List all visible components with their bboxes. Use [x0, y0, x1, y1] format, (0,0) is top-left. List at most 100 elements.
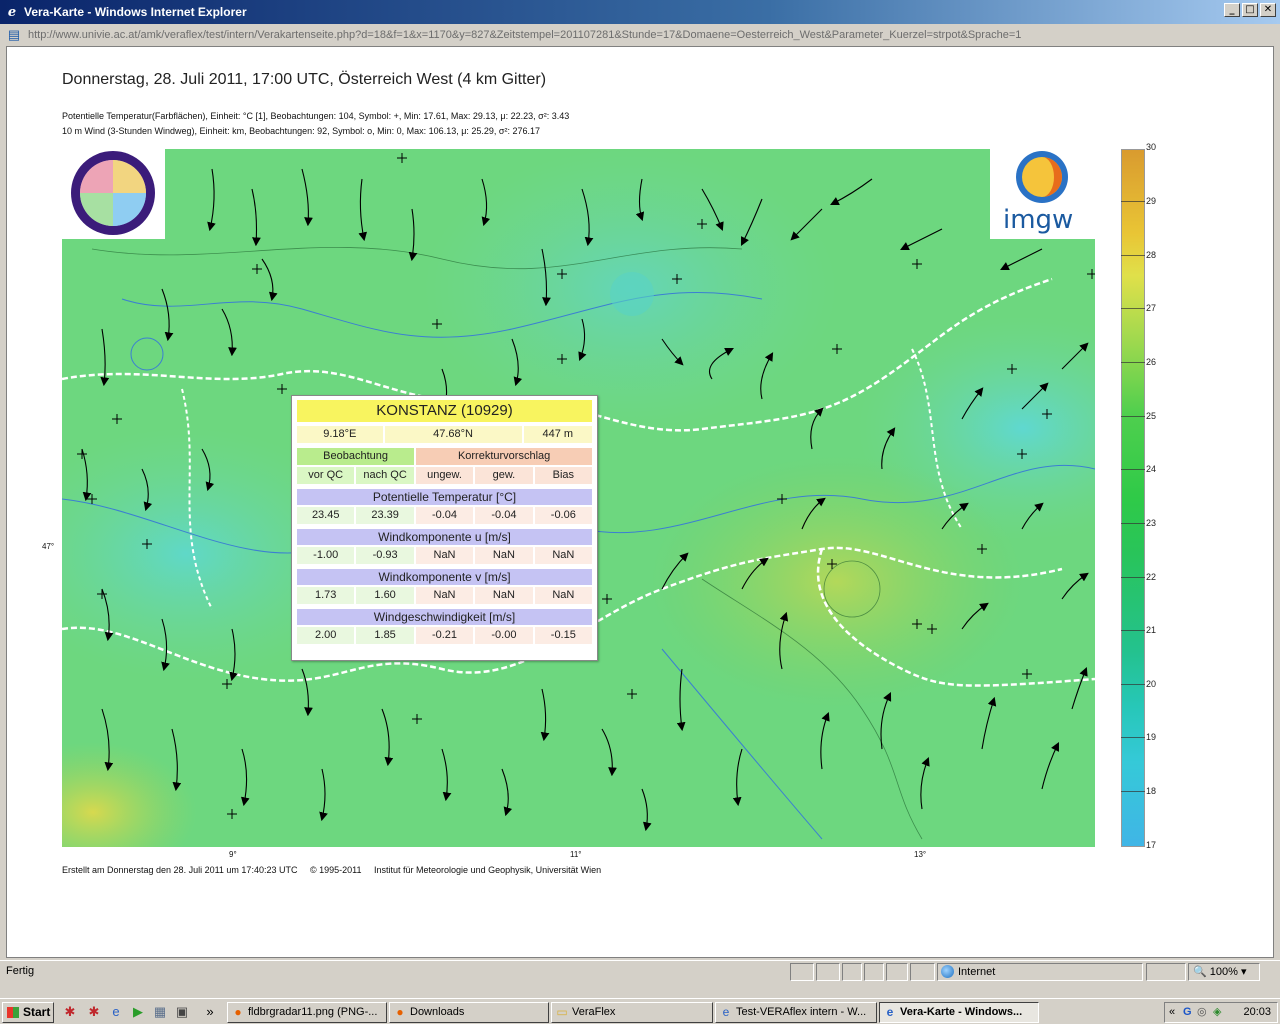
footer-copyright: © 1995-2011 [309, 865, 362, 875]
folder-icon: ▭ [556, 1005, 568, 1019]
quicklaunch-desktop-icon[interactable]: ▦ [152, 1004, 168, 1020]
close-button[interactable]: ✕ [1260, 3, 1276, 17]
expand-tray-icon[interactable]: « [1169, 1003, 1175, 1022]
value-cell: -0.93 [356, 547, 414, 564]
zoom-level: 100% [1209, 966, 1238, 978]
value-cell: NaN [475, 587, 533, 604]
footer-institute: Institut für Meteorologie und Geophysik,… [374, 865, 602, 875]
station-altitude: 447 m [523, 426, 592, 443]
maximize-button[interactable]: □ [1242, 3, 1258, 17]
internet-explorer-icon: e [722, 1005, 730, 1019]
colorbar-tick: 18 [1146, 786, 1157, 796]
address-bar: ▤ http://www.univie.ac.at/amk/veraflex/t… [0, 24, 1280, 46]
tray-app-icon[interactable]: ◎ [1197, 1003, 1207, 1022]
system-tray: « G ◎ ◈ 20:03 [1164, 1002, 1278, 1023]
zoom-icon: 🔍 [1193, 966, 1207, 978]
value-cell: -1.00 [297, 547, 355, 564]
task-label: VeraFlex [572, 1006, 616, 1018]
taskbar-item-downloads[interactable]: ● Downloads [389, 1002, 549, 1023]
imgw-logo: imgw [990, 149, 1095, 239]
task-label: Downloads [410, 1006, 465, 1018]
status-text: Fertig [6, 965, 35, 977]
protected-mode-icon[interactable] [1146, 963, 1186, 981]
station-lon: 9.18°E [297, 426, 383, 443]
value-cell: 23.39 [356, 507, 414, 524]
start-button[interactable]: Start [2, 1002, 54, 1023]
col-vor-qc: vor QC [297, 467, 355, 484]
zone-label: Internet [958, 966, 996, 978]
value-cell: NaN [475, 547, 533, 564]
value-cell: 1.73 [297, 587, 355, 604]
imgw-logo-text: imgw [1003, 205, 1074, 235]
temperature-info: Potentielle Temperatur(Farbflächen), Ein… [62, 111, 570, 121]
internet-explorer-icon: e [7, 4, 17, 20]
section-title: Windkomponente v [m/s] [297, 569, 592, 585]
station-popup[interactable]: KONSTANZ (10929) 9.18°E 47.68°N 447 m Be… [291, 395, 598, 661]
clock: 20:03 [1243, 1006, 1271, 1018]
page-viewport: Donnerstag, 28. Juli 2011, 17:00 UTC, Ös… [6, 46, 1274, 958]
col-nach-qc: nach QC [356, 467, 414, 484]
map-footer: Erstellt am Donnerstag den 28. Juli 2011… [62, 865, 601, 875]
quicklaunch-media-icon[interactable]: ▶ [130, 1004, 146, 1020]
value-cell: -0.00 [475, 627, 533, 644]
lat-label: 47° [42, 542, 55, 551]
station-lat: 47.68°N [384, 426, 522, 443]
quicklaunch-app-icon[interactable]: ▣ [174, 1004, 190, 1020]
taskbar-item-test-veraflex[interactable]: e Test-VERAflex intern - W... [715, 1002, 877, 1023]
value-cell: NaN [415, 587, 474, 604]
taskbar: Start ✱ ✱ e ▶ ▦ ▣ » ● fldbrgradar11.png … [0, 998, 1280, 1024]
quicklaunch-icon[interactable]: ✱ [62, 1004, 78, 1020]
google-icon[interactable]: G [1183, 1003, 1192, 1022]
map-title: Donnerstag, 28. Juli 2011, 17:00 UTC, Ös… [62, 71, 547, 88]
vera-logo [62, 149, 165, 239]
status-bar: Fertig Internet 🔍 100% ▾ [0, 960, 1280, 982]
section-title: Windgeschwindigkeit [m/s] [297, 609, 592, 625]
value-cell: NaN [534, 587, 593, 604]
colorbar-tick: 20 [1146, 679, 1157, 689]
wind-info: 10 m Wind (3-Stunden Windweg), Einheit: … [62, 126, 540, 136]
firefox-icon: ● [234, 1005, 242, 1019]
value-cell: 1.85 [356, 627, 414, 644]
value-cell: NaN [534, 547, 593, 564]
value-cell: -0.21 [415, 627, 474, 644]
value-cell: -0.06 [534, 507, 593, 524]
colorbar-tick: 22 [1146, 572, 1157, 582]
task-label: Vera-Karte - Windows... [900, 1006, 1023, 1018]
security-zone: Internet [937, 963, 1143, 981]
colorbar-tick: 21 [1146, 625, 1157, 635]
address-field[interactable]: http://www.univie.ac.at/amk/veraflex/tes… [26, 26, 1272, 44]
quicklaunch-ie-icon[interactable]: e [108, 1004, 124, 1020]
colorbar-tick: 17 [1146, 840, 1157, 850]
zoom-control[interactable]: 🔍 100% ▾ [1188, 963, 1260, 981]
value-cell: NaN [415, 547, 474, 564]
colorbar-tick: 30 [1146, 142, 1157, 152]
window-title: Vera-Karte - Windows Internet Explorer [24, 5, 247, 19]
colorbar-tick: 28 [1146, 250, 1157, 260]
minimize-button[interactable]: _ [1224, 3, 1240, 17]
value-cell: -0.04 [475, 507, 533, 524]
value-cell: -0.15 [534, 627, 593, 644]
window-title-bar[interactable]: e Vera-Karte - Windows Internet Explorer… [0, 0, 1280, 24]
colorbar-tick: 29 [1146, 196, 1157, 206]
globe-icon [941, 965, 954, 978]
tray-network-icon[interactable]: ◈ [1213, 1003, 1221, 1022]
colorbar-tick: 25 [1146, 411, 1157, 421]
section-title: Windkomponente u [m/s] [297, 529, 592, 545]
col-bias: Bias [534, 467, 593, 484]
lon-label-11: 11° [570, 850, 582, 859]
chevron-down-icon: ▾ [1240, 966, 1247, 978]
value-cell: 1.60 [356, 587, 414, 604]
quicklaunch-expand-icon[interactable]: » [202, 1004, 218, 1020]
value-cell: 23.45 [297, 507, 355, 524]
col-ungew: ungew. [415, 467, 474, 484]
windows-logo-icon [7, 1007, 19, 1018]
taskbar-item-image[interactable]: ● fldbrgradar11.png (PNG-... [227, 1002, 387, 1023]
value-cell: -0.04 [415, 507, 474, 524]
lon-label-13: 13° [914, 850, 927, 859]
taskbar-item-veraflex[interactable]: ▭ VeraFlex [551, 1002, 713, 1023]
station-name: KONSTANZ (10929) [297, 400, 592, 422]
col-gew: gew. [475, 467, 533, 484]
quicklaunch-icon[interactable]: ✱ [86, 1004, 102, 1020]
taskbar-item-vera-karte[interactable]: e Vera-Karte - Windows... [879, 1002, 1039, 1023]
section-title: Potentielle Temperatur [°C] [297, 489, 592, 505]
